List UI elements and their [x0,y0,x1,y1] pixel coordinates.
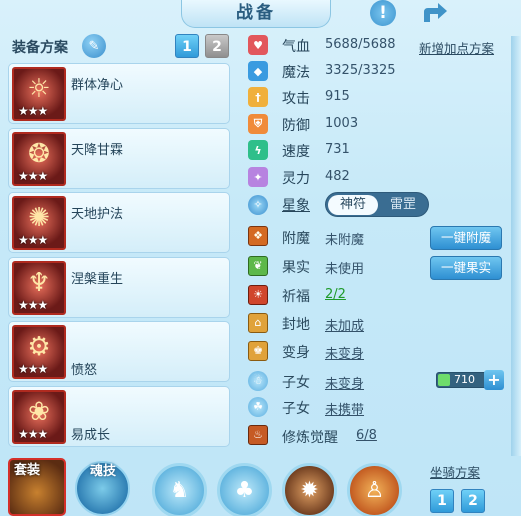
star-rating: ★★★ [18,104,48,118]
star-rating: ★★★ [18,297,48,312]
mount-plan-tab-1[interactable]: 1 [430,489,454,513]
help-icon[interactable]: ! [370,0,396,26]
add-button[interactable]: + [484,370,504,390]
equipment-name: 群体净心 [71,78,124,93]
feature-value[interactable]: 2/2 [325,287,346,302]
cultivation-icon: ♨ [248,425,268,445]
feature-name: 修炼觉醒 [282,430,338,446]
lightning-icon: ϟ [248,140,268,160]
edit-plan-icon[interactable]: ✎ [82,34,106,58]
mount-plan-tab-2[interactable]: 2 [461,489,485,513]
blessing-icon: ☀ [248,285,268,305]
fief-icon: ⌂ [248,313,268,333]
mount-plan-label[interactable]: 坐骑方案 [430,462,480,481]
star-rating: ★★★ [18,168,48,183]
xingxiang-toggle[interactable]: 神符 雷罡 [325,192,429,217]
equipment-item[interactable]: ✺ ★★★ 天地护法 [8,192,230,253]
feature-name: 变身 [282,345,310,361]
feature-name: 封地 [282,317,310,333]
share-icon[interactable] [420,0,450,26]
stat-row-hp: ♥ 气血 5688/5688 [246,33,516,57]
star-sign-icon: ✧ [248,195,268,215]
equipment-icon: ♆ ★★★ [12,260,66,315]
stat-row-spirit: ✦ 灵力 482 [246,165,516,189]
title-bar: 战备 ! [0,0,521,32]
transform-icon: ♚ [248,341,268,361]
feature-value[interactable]: 6/8 [356,428,377,443]
shield-icon: ⛨ [248,114,268,134]
pet-slot[interactable]: ♞ [152,463,207,516]
spirit-icon: ✦ [248,167,268,187]
equipment-item[interactable]: ♆ ★★★ 涅槃重生 [8,256,230,318]
feature-name: 子女 [282,375,310,391]
pet-slot[interactable]: ✹ [282,463,337,516]
enchant-icon: ❖ [248,226,268,246]
stat-row-speed: ϟ 速度 731 [246,138,516,162]
equipment-icon: ✺ ★★★ [12,196,66,250]
equipment-name: 涅槃重生 [71,271,124,287]
equipment-item[interactable]: ⚙ ★★★ 愤怒 [8,321,230,382]
equip-plan-label: 装备方案 [12,40,68,56]
page-title: 战备 [181,0,331,28]
feature-value[interactable]: 未变身 [325,373,364,392]
pet-slot[interactable]: ♙ [347,463,402,516]
equipment-icon: ❀ ★★★ [12,389,66,444]
side-edge [511,36,521,456]
star-rating: ★★★ [18,233,48,247]
plan-tab-2[interactable]: 2 [205,34,229,58]
equipment-name: 天降甘霖 [71,142,124,158]
xingxiang-option-leigang[interactable]: 雷罡 [378,195,428,215]
stat-row-defense: ⛨ 防御 1003 [246,112,516,136]
counter-value: 710 [454,373,475,386]
equipment-name: 天地护法 [71,207,124,222]
star-rating: ★★★ [18,362,48,376]
feature-name: 子女 [282,401,310,417]
plan-tab-1[interactable]: 1 [175,34,199,58]
one-click-enchant-button[interactable]: 一键附魔 [430,226,502,250]
equipment-name: 愤怒 [71,363,98,378]
pet-slot[interactable]: ♣ [217,463,272,516]
equipment-icon: ☼ ★★★ [12,67,66,121]
counter-indicator [438,374,450,386]
child-transform-icon: ☃ [248,371,268,391]
diamond-icon: ◆ [248,61,268,81]
feature-name: 附魔 [282,231,310,247]
feature-value[interactable]: 未携带 [325,399,364,418]
stat-row-attack: † 攻击 915 [246,85,516,109]
fruit-icon: ❦ [248,256,268,276]
feature-name: 果实 [282,260,310,276]
paw-icon: ☘ [248,397,268,417]
equipment-name: 易成长 [71,427,111,443]
one-click-fruit-button[interactable]: 一键果实 [430,256,502,280]
equipment-item[interactable]: ☼ ★★★ 群体净心 [8,63,230,124]
equipment-item[interactable]: ❀ ★★★ 易成长 [8,385,230,447]
equipment-item[interactable]: ❂ ★★★ 天降甘霖 [8,127,230,189]
equipment-icon: ❂ ★★★ [12,131,66,186]
xingxiang-option-shenfu[interactable]: 神符 [328,195,378,215]
feature-value[interactable]: 未加成 [325,315,364,334]
star-rating: ★★★ [18,426,48,441]
stat-row-mp: ◆ 魔法 3325/3325 [246,59,516,83]
equipment-list: ☼ ★★★ 群体净心 ❂ ★★★ 天降甘霖 ✺ ★★★ 天地护法 ♆ ★★★ 涅… [8,63,230,450]
xingxiang-label[interactable]: 星象 [282,195,310,215]
feature-name: 祈福 [282,289,310,305]
feature-value: 未使用 [325,262,365,277]
suit-tab-label: 套装 [14,463,41,478]
sword-icon: † [248,87,268,107]
feature-value: 未附魔 [325,233,365,248]
soul-skill-tab-label: 魂技 [90,464,117,479]
feature-value[interactable]: 未变身 [325,343,364,362]
equipment-icon: ⚙ ★★★ [12,325,66,379]
heart-icon: ♥ [248,35,268,55]
